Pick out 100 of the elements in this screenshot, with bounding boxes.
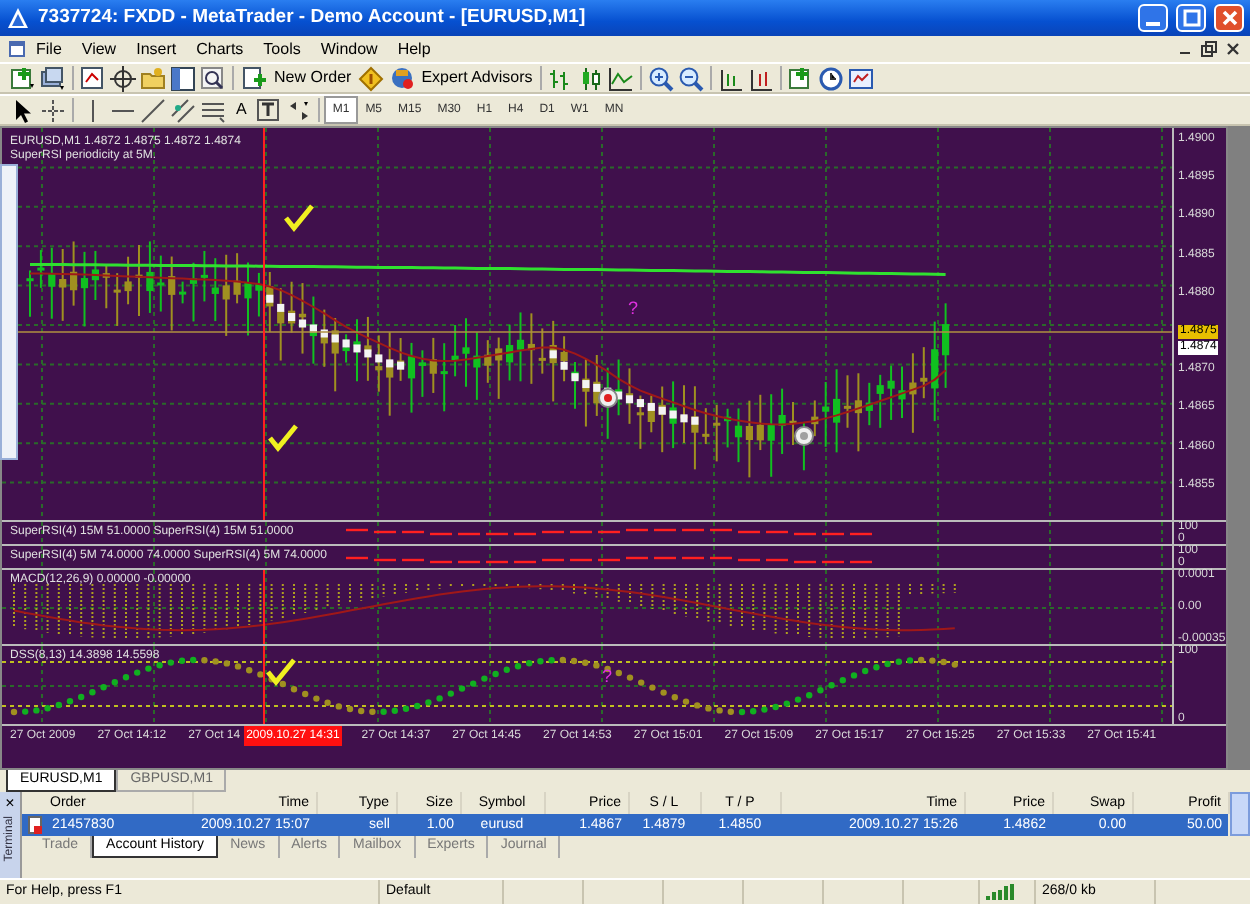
profiles-icon[interactable] [40,65,66,91]
connection-bars-icon [986,884,1018,900]
candle [113,272,121,327]
expert-advisors-button[interactable]: Expert Advisors [385,64,537,92]
close-icon[interactable] [1224,40,1242,58]
candle [462,317,470,388]
candle [48,246,56,320]
order-icon [28,816,44,834]
restore-icon[interactable] [1200,40,1218,58]
candle [495,336,503,400]
candle [876,373,884,429]
crosshair-icon[interactable] [110,65,136,91]
menu-item[interactable]: Tools [253,36,311,62]
question-mark: ? [628,300,639,318]
candle [168,255,176,332]
fibonacci-icon[interactable] [200,97,226,123]
checkmark-icon [268,424,298,452]
candle [571,360,579,410]
text-label-icon[interactable] [256,97,283,123]
candle [680,384,688,445]
arrows-icon[interactable] [286,97,313,123]
candle [244,261,252,337]
checkmark-icon [284,204,314,232]
close-button[interactable] [1214,4,1244,32]
candle [484,339,492,384]
document-icon [8,40,26,58]
minimize-button[interactable] [1138,4,1168,32]
new-chart-icon[interactable] [10,65,36,91]
candle [37,249,45,289]
candle [691,385,699,471]
window-icon[interactable] [170,65,196,91]
candle [767,393,775,478]
candlestick-icon[interactable] [578,65,605,91]
chart-shift-icon[interactable] [718,65,745,91]
menu-item[interactable]: Charts [186,36,254,62]
zoom-out-icon[interactable] [678,65,705,91]
candle [702,407,710,446]
question-mark: ? [602,668,613,686]
candle [59,247,67,322]
maximize-button[interactable] [1176,4,1206,32]
candle [560,335,568,383]
minimize-icon [1146,22,1160,26]
candle [364,315,372,382]
candle [277,287,285,362]
candle [342,333,350,364]
candle [135,243,143,317]
menu-item[interactable]: File [26,36,72,62]
candle [233,252,241,305]
scrollbar[interactable] [1229,792,1249,836]
candle [102,263,110,310]
magnifier-icon[interactable] [200,65,226,91]
candle [26,269,34,318]
zoom-in-icon[interactable] [648,65,675,91]
template-icon[interactable] [848,65,875,91]
candle [124,255,132,306]
candle [582,358,590,428]
crosshair-icon[interactable] [40,97,66,123]
close-button[interactable]: × [5,792,15,816]
candle [222,253,230,337]
cursor-icon[interactable] [10,97,36,123]
candle [756,393,764,452]
text-tool[interactable]: A [228,96,255,124]
line-chart-icon[interactable] [608,65,635,91]
expert-advisors-icon [389,66,414,90]
close-icon [1219,8,1239,28]
autoscroll-icon[interactable] [748,65,775,91]
channel-icon[interactable] [170,97,196,123]
candle [538,327,546,375]
candle [931,320,939,423]
candle [887,364,895,421]
new-order-button[interactable]: New Order [238,64,356,92]
trade-marker-icon [598,388,618,408]
diamond-icon[interactable] [357,65,384,91]
candle [266,270,274,333]
maximize-icon [1181,8,1201,28]
checkmark-icon [266,658,296,686]
candle [658,385,666,454]
candle [593,354,601,417]
candle [331,317,339,393]
menu-item[interactable]: View [71,36,127,62]
candle [920,346,928,400]
candle [789,400,797,446]
candle [211,257,219,323]
candle [549,319,557,403]
candle [429,336,437,394]
candle [255,271,263,318]
candle [898,365,906,420]
app-icon [6,6,30,30]
trendline-icon[interactable] [140,97,166,123]
menu-item[interactable]: Window [310,36,388,62]
candle [822,381,830,448]
clock-icon[interactable] [818,65,845,91]
candle [320,308,328,368]
candle [473,331,481,401]
market-watch-icon[interactable] [80,65,106,91]
candle [146,240,154,314]
indicators-icon[interactable] [788,65,815,91]
menu-item[interactable]: Help [387,36,441,62]
menu-item[interactable]: Insert [126,36,187,62]
candle [942,302,950,389]
